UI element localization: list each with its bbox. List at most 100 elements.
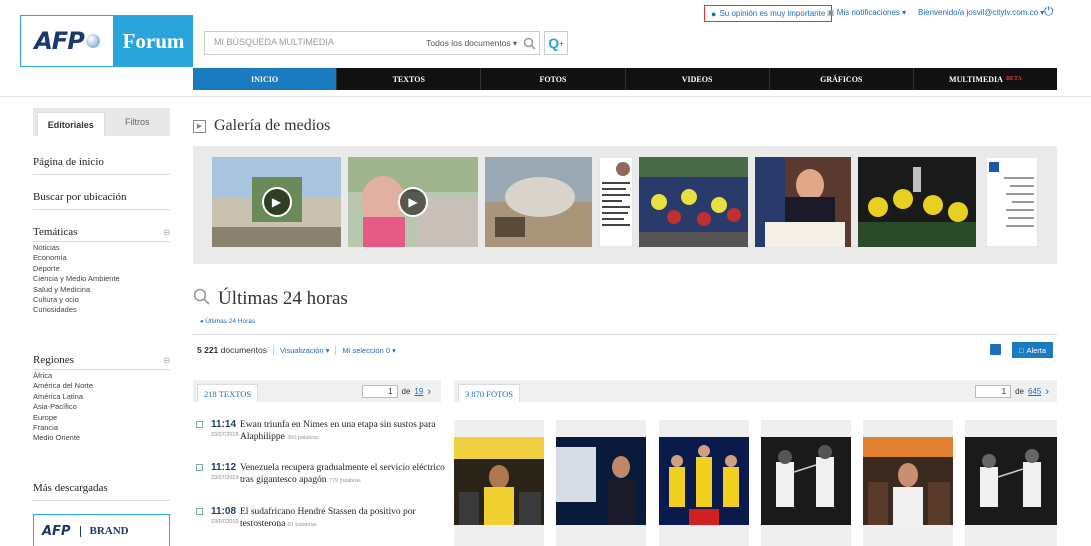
- search-icon[interactable]: [517, 31, 541, 55]
- page-input[interactable]: 1: [361, 385, 398, 398]
- sidebar-item-asia-pacifico[interactable]: Asia-Pacífico: [33, 402, 93, 412]
- sidebar-item-francia[interactable]: Francia: [33, 423, 93, 433]
- gallery-title: Galería de medios: [214, 117, 331, 134]
- divider: [193, 334, 1057, 335]
- sidebar: Editoriales Filtros Página de inicio Bus…: [33, 108, 170, 546]
- news-title[interactable]: Venezuela recupera gradualmente el servi…: [240, 462, 446, 487]
- visualizacion-dropdown[interactable]: Visualización ▾: [272, 345, 329, 355]
- photo-thumbnail[interactable]: [659, 437, 749, 525]
- gallery-photo-thumb[interactable]: [755, 157, 851, 247]
- play-icon[interactable]: ▶: [261, 187, 292, 217]
- select-checkbox[interactable]: [196, 508, 203, 515]
- collapse-icon[interactable]: ⊟: [163, 228, 170, 237]
- tematicas-header[interactable]: Temáticas ⊟: [33, 226, 170, 242]
- sidebar-item-europe[interactable]: Europe: [33, 413, 93, 423]
- gallery-photo-thumb[interactable]: [858, 157, 976, 247]
- sidebar-tabs: Editoriales Filtros: [33, 108, 170, 136]
- photo-thumbnail[interactable]: [965, 437, 1057, 525]
- photo-thumbnail[interactable]: [863, 437, 953, 525]
- nav-fotos[interactable]: FOTOS: [480, 68, 625, 90]
- photo-card[interactable]: [454, 420, 544, 546]
- sidebar-item-ciencia[interactable]: Ciencia y Medio Ambiente: [33, 274, 120, 284]
- sidebar-item-medio-oriente[interactable]: Medio Oriente: [33, 433, 93, 443]
- fotos-pager: 1 de 645 ›: [975, 385, 1049, 398]
- photo-thumbnail[interactable]: [761, 437, 851, 525]
- search-placeholder: MI BÚSQUEDA MULTIMEDIA: [214, 37, 334, 47]
- sidebar-item-america-norte[interactable]: América del Norte: [33, 381, 93, 391]
- sidebar-item-noticias[interactable]: Noticias: [33, 243, 120, 253]
- beta-badge: BETA: [1005, 76, 1022, 82]
- save-icon[interactable]: [990, 344, 1001, 355]
- select-checkbox[interactable]: [196, 464, 203, 471]
- search-input[interactable]: MI BÚSQUEDA MULTIMEDIA Todos los documen…: [204, 31, 540, 55]
- regiones-header[interactable]: Regiones ⊟: [33, 354, 170, 370]
- mas-descargadas-header[interactable]: Más descargadas: [33, 482, 170, 501]
- gallery-video-thumb[interactable]: ▶: [212, 157, 341, 247]
- next-page-icon[interactable]: ›: [1045, 386, 1049, 398]
- play-icon[interactable]: ▶: [398, 187, 428, 217]
- tab-filtros[interactable]: Filtros: [105, 108, 171, 136]
- textos-pager: 1 de 19 ›: [361, 385, 431, 398]
- afp-forum-logo[interactable]: AFP Forum: [20, 15, 193, 67]
- photo-card[interactable]: [761, 420, 851, 546]
- sidebar-item-cultura[interactable]: Cultura y ocio: [33, 295, 120, 305]
- news-item[interactable]: 11:08 El sudafricano Hendré Stassen da p…: [196, 506, 446, 540]
- main-nav: INICIO TEXTOS FOTOS VIDEOS GRÁFICOS MULT…: [193, 68, 1058, 90]
- sidebar-item-salud[interactable]: Salud y Medicina: [33, 285, 120, 295]
- user-menu[interactable]: Bienvenido/a josvil@citytv.com.co ▾: [918, 8, 1044, 17]
- gallery-photo-thumb[interactable]: [485, 157, 592, 247]
- sidebar-location-link[interactable]: Buscar por ubicación: [33, 191, 170, 210]
- tab-fotos[interactable]: 3 870 FOTOS: [458, 384, 521, 402]
- results-toolbar: 5 221 documentos Visualización ▾ Mi sele…: [197, 345, 396, 355]
- sidebar-item-curiosidades[interactable]: Curiosidades: [33, 305, 120, 315]
- sidebar-item-deporte[interactable]: Deporte: [33, 264, 120, 274]
- news-title[interactable]: Ewan triunfa en Nimes en una etapa sin s…: [240, 419, 446, 444]
- sidebar-home-link[interactable]: Página de inicio: [33, 156, 170, 175]
- regiones-list: África América del Norte América Latina …: [33, 371, 93, 444]
- next-page-icon[interactable]: ›: [427, 386, 431, 398]
- advanced-search-icon[interactable]: Q +: [544, 31, 568, 55]
- document-count: 5 221 documentos: [197, 345, 267, 355]
- nav-inicio[interactable]: INICIO: [193, 68, 337, 90]
- tab-textos[interactable]: 218 TEXTOS: [197, 384, 259, 402]
- photo-card[interactable]: [965, 420, 1057, 546]
- page-input[interactable]: 1: [975, 385, 1012, 398]
- notifications-menu[interactable]: ▣ Mis notificaciones ▾: [827, 8, 906, 17]
- photo-card[interactable]: [556, 420, 646, 546]
- total-pages-link[interactable]: 645: [1028, 387, 1041, 396]
- logout-power-icon[interactable]: ⏻: [1044, 4, 1054, 19]
- tab-editoriales[interactable]: Editoriales: [37, 112, 105, 136]
- select-checkbox[interactable]: [196, 421, 203, 428]
- news-item[interactable]: 11:12 Venezuela recupera gradualmente el…: [196, 462, 446, 496]
- gallery-header: ▶ Galería de medios: [193, 117, 330, 135]
- photo-thumbnail[interactable]: [454, 437, 544, 525]
- search-scope-dropdown[interactable]: Todos los documentos: [426, 38, 517, 48]
- alert-button[interactable]: □ Alerta: [1012, 342, 1053, 358]
- brand-text: BRAND: [80, 526, 129, 537]
- latest-saved-search-link[interactable]: Últimas 24 Horas: [200, 318, 255, 325]
- brand-afp-logo: AFP: [42, 524, 71, 539]
- nav-textos[interactable]: TEXTOS: [336, 68, 481, 90]
- gallery-photo-thumb[interactable]: [639, 157, 748, 247]
- brand-content-banner[interactable]: AFP BRAND: [33, 514, 170, 546]
- nav-multimedia[interactable]: MULTIMEDIA BETA: [912, 68, 1058, 90]
- nav-videos[interactable]: VIDEOS: [624, 68, 769, 90]
- photo-card[interactable]: [659, 420, 749, 546]
- gallery-document-thumb[interactable]: [599, 157, 633, 247]
- total-pages-link[interactable]: 19: [414, 387, 423, 396]
- feedback-button[interactable]: ● Su opinión es muy importante: [704, 5, 833, 22]
- photo-card[interactable]: [863, 420, 953, 546]
- notification-icon: ▣: [827, 8, 837, 17]
- sidebar-item-africa[interactable]: África: [33, 371, 93, 381]
- mi-seleccion-dropdown[interactable]: Mi selección 0 ▾: [335, 345, 396, 355]
- gallery-video-thumb[interactable]: ▶: [348, 157, 478, 247]
- forum-label: Forum: [122, 28, 185, 53]
- nav-graficos[interactable]: GRÁFICOS: [768, 68, 913, 90]
- news-item[interactable]: 11:14 Ewan triunfa en Nimes en una etapa…: [196, 419, 446, 453]
- gallery-document-thumb[interactable]: [986, 157, 1038, 247]
- sidebar-item-america-latina[interactable]: América Latina: [33, 392, 93, 402]
- photo-thumbnail[interactable]: [556, 437, 646, 525]
- news-title[interactable]: El sudafricano Hendré Stassen da positiv…: [240, 506, 446, 531]
- collapse-icon[interactable]: ⊟: [163, 356, 170, 365]
- sidebar-item-economia[interactable]: Economía: [33, 253, 120, 263]
